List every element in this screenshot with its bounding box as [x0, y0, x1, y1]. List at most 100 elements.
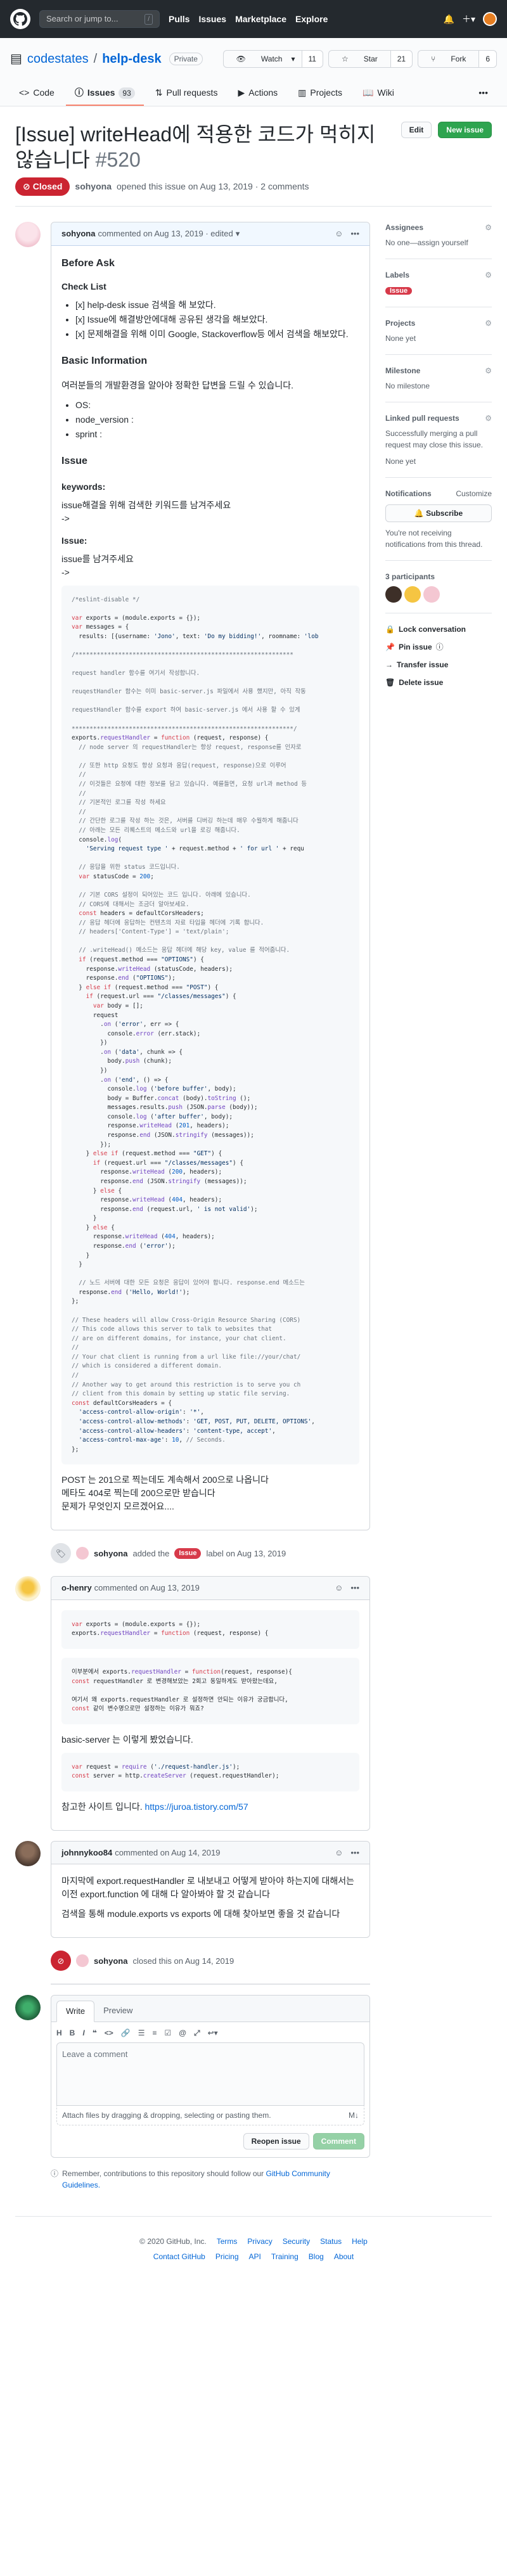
footer-link[interactable]: Privacy — [247, 2236, 272, 2247]
tab-write[interactable]: Write — [56, 2001, 95, 2022]
footer-link[interactable]: Security — [283, 2236, 310, 2247]
footer-link[interactable]: Pricing — [215, 2251, 239, 2262]
quote-icon[interactable]: ❝ — [93, 2027, 97, 2039]
gear-icon[interactable]: ⚙ — [485, 413, 492, 424]
avatar[interactable] — [15, 1840, 41, 1866]
comment-time[interactable]: commented on Aug 13, 2019 — [94, 1582, 200, 1594]
footer-link[interactable]: Help — [352, 2236, 368, 2247]
footer-link[interactable]: About — [334, 2251, 354, 2262]
reply-icon[interactable]: ↩▾ — [208, 2027, 218, 2039]
tab-pull-requests[interactable]: ⇅ Pull requests — [146, 81, 227, 106]
user-avatar[interactable] — [483, 12, 497, 26]
attach-files[interactable]: Attach files by dragging & dropping, sel… — [56, 2105, 364, 2125]
footer-link[interactable]: API — [249, 2251, 261, 2262]
smiley-icon[interactable]: ☺ — [335, 1582, 343, 1594]
gear-icon[interactable]: ⚙ — [485, 317, 492, 329]
fork-button[interactable]: ⑂ Fork 6 — [418, 50, 497, 68]
kebab-menu-icon[interactable]: ••• — [350, 1582, 359, 1594]
code-icon[interactable]: <> — [105, 2027, 113, 2039]
footer-link[interactable]: Blog — [309, 2251, 324, 2262]
avatar[interactable] — [385, 586, 402, 603]
footer-link[interactable]: Status — [320, 2236, 342, 2247]
bullet-list-icon[interactable]: ☰ — [138, 2027, 145, 2039]
plus-icon[interactable]: ＋▾ — [462, 13, 475, 26]
nav-pulls[interactable]: Pulls — [169, 13, 189, 26]
comment-author[interactable]: johnnykoo84 — [61, 1847, 112, 1859]
footer-link[interactable]: Training — [271, 2251, 298, 2262]
star-button[interactable]: ☆ Star 21 — [328, 50, 413, 68]
event-user[interactable]: sohyona — [94, 1955, 127, 1968]
edited-dropdown-icon[interactable]: ▾ — [236, 227, 240, 240]
pin-issue-link[interactable]: 📌 Pin issue ⓘ — [385, 641, 492, 653]
heading-icon[interactable]: H — [56, 2027, 62, 2039]
kebab-menu-icon[interactable]: ••• — [350, 227, 359, 240]
edit-title-button[interactable]: Edit — [401, 122, 432, 138]
bold-icon[interactable]: B — [70, 2027, 75, 2039]
repo-owner-link[interactable]: codestates — [27, 49, 89, 68]
avatar[interactable] — [15, 222, 41, 247]
fork-count[interactable]: 6 — [478, 51, 496, 67]
star-count[interactable]: 21 — [390, 51, 413, 67]
reopen-issue-button[interactable]: Reopen issue — [243, 2132, 309, 2150]
repo-name-link[interactable]: help-desk — [102, 49, 161, 68]
delete-issue-link[interactable]: 🗑 Delete issue — [385, 677, 492, 688]
issue-label[interactable]: Issue — [385, 287, 413, 295]
avatar[interactable] — [15, 1995, 41, 2021]
tab-code[interactable]: <> Code — [10, 81, 63, 106]
tab-projects[interactable]: ▥ Projects — [289, 81, 351, 106]
avatar[interactable] — [423, 586, 440, 603]
issue-label[interactable]: Issue — [174, 1548, 202, 1559]
editor-actions: Reopen issue Comment — [51, 2125, 369, 2157]
issue-author-link[interactable]: sohyona — [75, 180, 112, 193]
more-icon[interactable]: ••• — [470, 81, 497, 106]
mention-icon[interactable]: @ — [179, 2027, 186, 2039]
new-issue-button[interactable]: New issue — [438, 122, 492, 138]
list-item: sprint : — [75, 428, 359, 441]
smiley-icon[interactable]: ☺ — [335, 227, 343, 240]
event-user[interactable]: sohyona — [94, 1548, 127, 1560]
comment-author[interactable]: sohyona — [61, 227, 95, 240]
github-logo-icon[interactable] — [10, 9, 30, 29]
tab-actions[interactable]: ▶ Actions — [229, 81, 286, 106]
tab-wiki[interactable]: 📖 Wiki — [354, 81, 403, 106]
kebab-menu-icon[interactable]: ••• — [350, 1847, 359, 1859]
customize-link[interactable]: Customize — [456, 488, 492, 499]
comment-time[interactable]: commented on Aug 13, 2019 · edited — [98, 227, 233, 240]
footer-link[interactable]: Terms — [217, 2236, 238, 2247]
gear-icon[interactable]: ⚙ — [485, 222, 492, 233]
reference-link[interactable]: https://juroa.tistory.com/57 — [144, 1802, 248, 1812]
nav-issues[interactable]: Issues — [198, 13, 226, 26]
footer-link[interactable]: Contact GitHub — [153, 2251, 205, 2262]
bell-icon: 🔔 — [414, 508, 424, 518]
tab-preview[interactable]: Preview — [94, 2001, 141, 2022]
comment-author[interactable]: o-henry — [61, 1582, 92, 1594]
search-input[interactable]: Search or jump to... / — [39, 10, 160, 28]
transfer-issue-link[interactable]: → Transfer issue — [385, 659, 492, 670]
italic-icon[interactable]: I — [82, 2027, 84, 2039]
bell-icon[interactable]: 🔔 — [444, 13, 454, 26]
markdown-icon: M↓ — [349, 2110, 359, 2120]
issue-heading: Issue — [61, 455, 87, 466]
avatar[interactable] — [76, 1954, 89, 1968]
nav-explore[interactable]: Explore — [295, 13, 328, 26]
tab-issues[interactable]: ⓘ Issues 93 — [65, 81, 144, 106]
link-icon[interactable]: 🔗 — [121, 2027, 131, 2039]
lock-conversation-link[interactable]: 🔒 Lock conversation — [385, 624, 492, 635]
avatar[interactable] — [15, 1576, 41, 1602]
watch-count[interactable]: 11 — [301, 51, 323, 67]
comment-textarea[interactable]: Leave a comment — [56, 2042, 364, 2106]
watch-button[interactable]: 👁 Watch ▾ 11 — [222, 50, 323, 68]
gear-icon[interactable]: ⚙ — [485, 269, 492, 281]
comment-time[interactable]: commented on Aug 14, 2019 — [115, 1847, 220, 1859]
smiley-icon[interactable]: ☺ — [335, 1847, 343, 1859]
assignees-value[interactable]: No one—assign yourself — [385, 237, 492, 248]
nav-marketplace[interactable]: Marketplace — [235, 13, 286, 26]
reference-icon[interactable]: ⤢ — [194, 2027, 200, 2039]
avatar[interactable] — [404, 586, 421, 603]
avatar[interactable] — [76, 1547, 89, 1560]
gear-icon[interactable]: ⚙ — [485, 365, 492, 376]
subscribe-button[interactable]: 🔔 Subscribe — [385, 504, 492, 522]
numbered-list-icon[interactable]: ≡ — [152, 2027, 157, 2039]
task-list-icon[interactable]: ☑ — [164, 2027, 171, 2039]
comment-button[interactable]: Comment — [312, 2132, 364, 2150]
